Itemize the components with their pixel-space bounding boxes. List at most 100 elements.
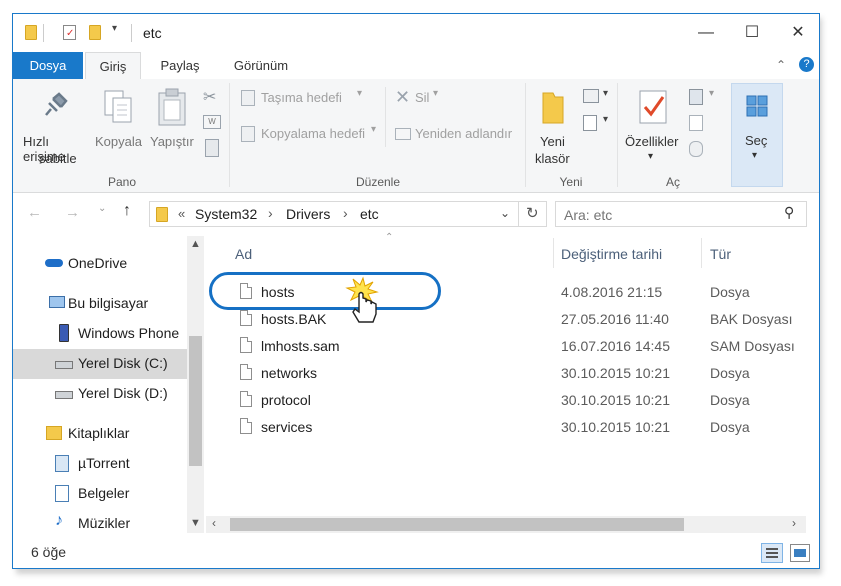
nav-item-local-disk-d[interactable]: Yerel Disk (D:) (13, 379, 205, 409)
pin-icon (45, 92, 68, 116)
scroll-down-icon[interactable]: ▼ (190, 517, 201, 529)
copy-to-button[interactable]: Kopyalama hedefi ▾ (239, 123, 385, 145)
select-icon (746, 95, 768, 117)
window-title: etc (143, 25, 162, 41)
open-icon[interactable] (689, 89, 703, 105)
open-chevron-icon[interactable]: ▾ (709, 88, 714, 99)
edit-icon[interactable] (689, 115, 703, 131)
up-arrow-icon[interactable]: ↑ (123, 202, 131, 220)
recent-locations-chevron-icon[interactable]: ⌄ (98, 203, 106, 214)
column-divider[interactable] (701, 238, 702, 268)
library-item-icon (55, 455, 69, 472)
address-dropdown-chevron-icon[interactable]: ⌄ (500, 206, 510, 220)
rename-button[interactable]: Yeniden adlandır (393, 123, 523, 145)
select-button[interactable]: Seç ▾ (731, 83, 783, 187)
tab-giris[interactable]: Giriş (85, 52, 141, 80)
file-icon (240, 337, 252, 353)
file-name: protocol (261, 392, 311, 408)
explorer-window: ✓ ▾ etc — ☐ ✕ Dosya Giriş Paylaş Görünüm… (12, 13, 820, 569)
details-view-icon[interactable] (761, 543, 783, 563)
file-type: SAM Dosyası (710, 338, 795, 354)
breadcrumb-drivers[interactable]: Drivers (286, 206, 330, 222)
back-arrow-icon[interactable]: ← (27, 204, 42, 221)
breadcrumb-separator[interactable]: › (343, 205, 348, 221)
nav-item-local-disk-c[interactable]: Yerel Disk (C:) (13, 349, 187, 379)
group-yeni-label: Yeni (559, 175, 583, 189)
tab-dosya[interactable]: Dosya (13, 52, 83, 79)
nav-item-onedrive[interactable]: OneDrive (13, 249, 205, 279)
rename-icon (395, 128, 411, 140)
horizontal-scrollbar[interactable]: ‹ › (206, 516, 806, 533)
properties-button[interactable]: Özellikler ▾ (623, 81, 683, 173)
phone-icon (59, 324, 69, 342)
tab-paylas[interactable]: Paylaş (147, 52, 213, 79)
table-row[interactable]: hosts.BAK 27.05.2016 11:40 BAK Dosyası (213, 307, 807, 333)
table-row[interactable]: lmhosts.sam 16.07.2016 14:45 SAM Dosyası (213, 334, 807, 360)
horizontal-scroll-thumb[interactable] (230, 518, 684, 531)
history-icon[interactable] (689, 141, 703, 157)
copy-label: Kopyala (95, 134, 142, 149)
tab-gorunum[interactable]: Görünüm (221, 52, 301, 79)
item-count: 6 öğe (31, 544, 67, 560)
help-icon[interactable]: ? (799, 57, 814, 72)
pin-quick-access-button[interactable]: Hızlı erişime sabitle (17, 81, 91, 173)
column-header-type[interactable]: Tür (710, 246, 731, 262)
new-folder-quick-icon[interactable] (89, 25, 101, 40)
easy-access-icon[interactable] (583, 115, 597, 131)
scroll-right-icon[interactable]: › (792, 516, 796, 530)
new-item-icon[interactable] (583, 89, 599, 103)
nav-item-utorrent[interactable]: µTorrent (13, 449, 205, 479)
table-row[interactable]: protocol 30.10.2015 10:21 Dosya (213, 388, 807, 414)
breadcrumb-etc[interactable]: etc (360, 206, 379, 222)
forward-arrow-icon[interactable]: → (65, 204, 80, 221)
maximize-button[interactable]: ☐ (729, 14, 775, 52)
nav-scroll-thumb[interactable] (189, 336, 202, 466)
properties-quick-icon[interactable]: ✓ (63, 25, 76, 40)
nav-item-documents[interactable]: Belgeler (13, 479, 205, 509)
table-row[interactable]: networks 30.10.2015 10:21 Dosya (213, 361, 807, 387)
breadcrumb-system32[interactable]: System32 (195, 206, 257, 222)
address-overflow-icon[interactable]: « (178, 206, 185, 221)
nav-item-windows-phone[interactable]: Windows Phone (13, 319, 205, 349)
move-to-label: Taşıma hedefi (261, 90, 342, 105)
sort-ascending-icon: ⌃ (385, 232, 394, 243)
delete-icon: ✕ (395, 87, 411, 107)
large-icons-view-icon[interactable] (790, 544, 810, 562)
new-folder-button[interactable]: Yeni klasör (531, 81, 575, 173)
breadcrumb-separator[interactable]: › (268, 205, 273, 221)
nav-item-music[interactable]: ♪ Müzikler (13, 509, 205, 539)
column-header-date[interactable]: Değiştirme tarihi (561, 246, 662, 262)
nav-item-label: Windows Phone (78, 325, 180, 341)
refresh-icon[interactable]: ↻ (526, 204, 539, 222)
paste-shortcut-icon[interactable] (205, 139, 219, 157)
column-header-name[interactable]: Ad (235, 246, 252, 262)
pin-label-2: sabitle (39, 151, 77, 166)
nav-item-this-pc[interactable]: Bu bilgisayar (13, 289, 205, 319)
customize-qa-chevron-icon[interactable]: ▾ (112, 23, 117, 34)
search-input[interactable] (562, 205, 776, 225)
copy-path-icon[interactable]: W (203, 115, 221, 129)
nav-scrollbar[interactable]: ▲ ▼ (187, 236, 204, 533)
copy-button[interactable]: Kopyala (95, 81, 143, 173)
column-divider[interactable] (553, 238, 554, 268)
new-item-chevron-icon[interactable]: ▾ (603, 88, 608, 99)
move-to-chevron-icon: ▾ (357, 88, 363, 99)
nav-item-libraries[interactable]: Kitaplıklar (13, 419, 205, 449)
table-row[interactable]: services 30.10.2015 10:21 Dosya (213, 415, 807, 441)
close-button[interactable]: ✕ (775, 14, 819, 52)
easy-access-chevron-icon[interactable]: ▾ (603, 114, 608, 125)
address-bar[interactable]: « System32 › Drivers › etc ⌄ ↻ (149, 201, 547, 227)
scroll-up-icon[interactable]: ▲ (190, 238, 201, 250)
file-type: Dosya (710, 392, 750, 408)
cut-icon[interactable]: ✂ (203, 87, 216, 107)
delete-button[interactable]: ✕ Sil ▾ (393, 87, 453, 109)
move-to-button[interactable]: Taşıma hedefi ▾ (239, 87, 369, 109)
ribbon-separator (229, 83, 230, 187)
scroll-left-icon[interactable]: ‹ (212, 516, 216, 530)
computer-icon (49, 296, 65, 308)
minimize-button[interactable]: — (683, 14, 729, 52)
search-box[interactable]: ⚲ (555, 201, 807, 227)
paste-button[interactable]: Yapıştır (147, 81, 197, 173)
collapse-ribbon-icon[interactable]: ⌃ (776, 58, 786, 72)
qa-divider (43, 24, 44, 42)
